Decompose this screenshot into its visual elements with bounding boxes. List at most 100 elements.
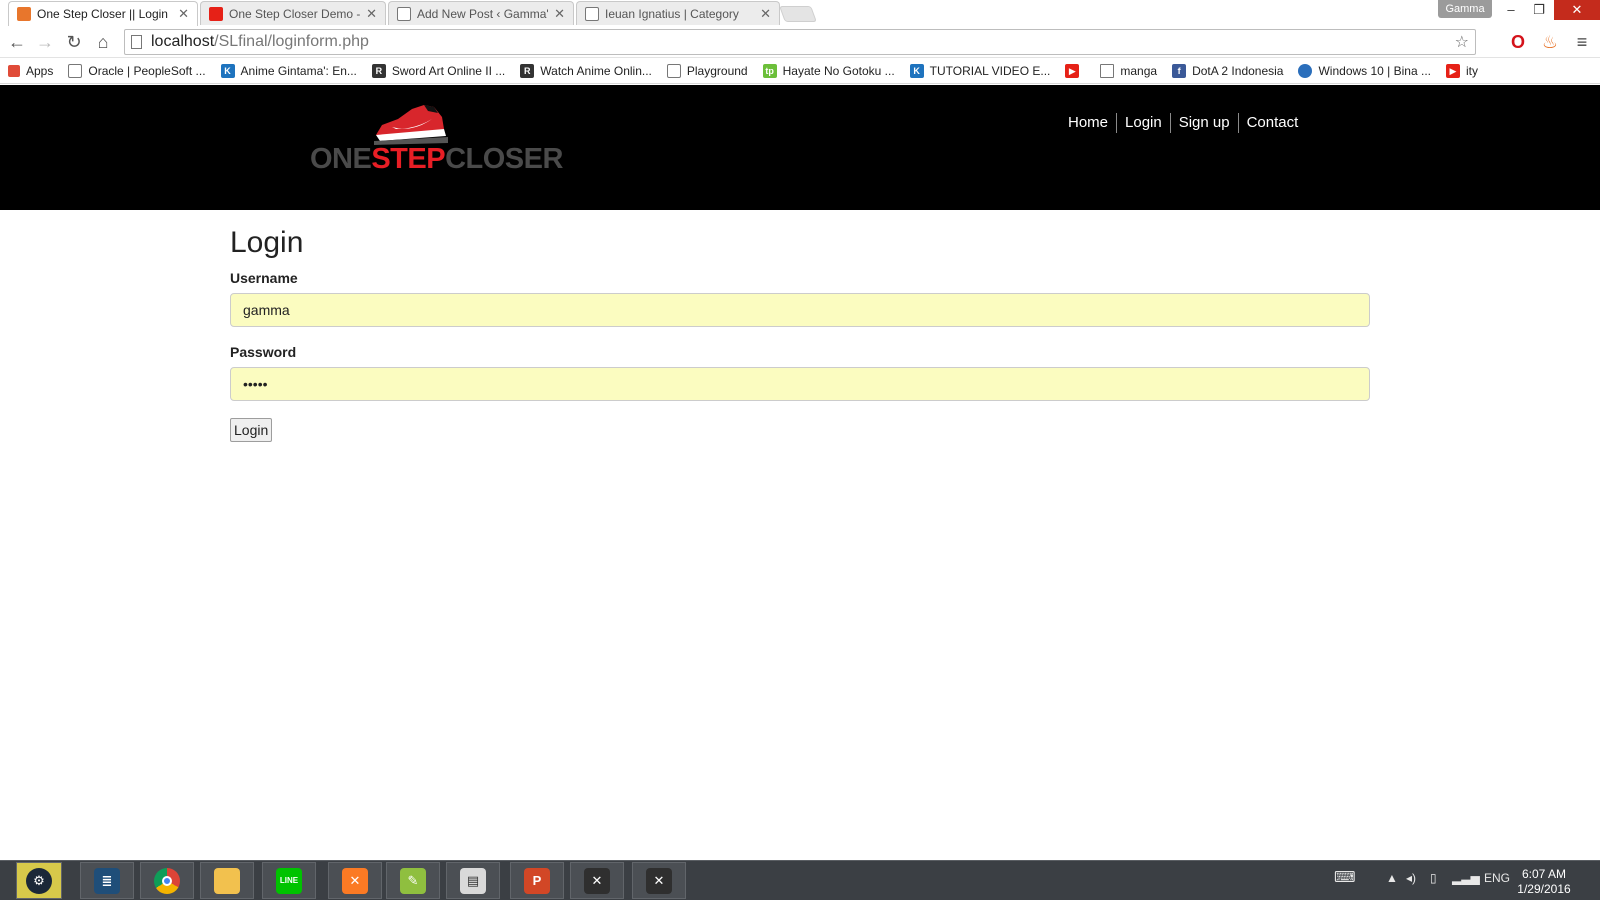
clock-date: 1/29/2016 [1517, 882, 1571, 896]
bookmark-gintama[interactable]: K Anime Gintama': En... [220, 63, 357, 78]
chrome-icon [154, 867, 180, 894]
tab-title: Ieuan Ignatius | Category [605, 6, 739, 21]
youtube-favicon-icon [209, 6, 223, 21]
xampp-icon: ✕ [342, 867, 368, 894]
bookmark-windows10[interactable]: Windows 10 | Bina ... [1298, 63, 1431, 78]
close-window-icon[interactable]: ✕ [1554, 0, 1600, 20]
bookmark-watch-anime[interactable]: R Watch Anime Onlin... [520, 63, 652, 78]
tool-icon: ✕ [584, 867, 610, 894]
nav-login[interactable]: Login [1116, 113, 1170, 133]
window-taskbar-button[interactable]: ▤ [446, 862, 500, 899]
page-favicon-icon [397, 6, 411, 21]
steam-icon: ⚙ [26, 867, 52, 894]
volume-icon[interactable]: ◂) [1406, 871, 1416, 885]
explorer-taskbar-button[interactable] [200, 862, 254, 899]
tab-demo[interactable]: One Step Closer Demo - Y ✕ [200, 1, 386, 25]
bookmark-hayate[interactable]: tp Hayate No Gotoku ... [762, 63, 895, 78]
network-signal-icon[interactable]: ▂▃▅ [1452, 871, 1480, 885]
forward-arrow-icon[interactable]: → [33, 30, 57, 54]
tab-add-new-post[interactable]: Add New Post ‹ Gamma's ✕ [388, 1, 574, 25]
tab-title: One Step Closer Demo - Y [229, 6, 361, 21]
password-label: Password [230, 344, 297, 360]
tab-title: One Step Closer || Login [37, 7, 168, 21]
bookmark-sao[interactable]: R Sword Art Online II ... [371, 63, 505, 78]
browser-toolbar: ← → ↻ ⌂ localhost/SLfinal/loginform.php … [0, 26, 1600, 58]
tab-strip: One Step Closer || Login ✕ One Step Clos… [0, 0, 1600, 26]
bookmark-manga[interactable]: manga [1100, 63, 1157, 78]
main-nav: Home Login Sign up Contact [1060, 113, 1306, 133]
document-icon: ≣ [94, 867, 120, 894]
tab-login[interactable]: One Step Closer || Login ✕ [8, 1, 198, 26]
folder-icon [214, 867, 240, 894]
show-hidden-icons-icon[interactable]: ▲ [1386, 871, 1398, 885]
bookmark-dota[interactable]: f DotA 2 Indonesia [1172, 63, 1283, 78]
logo-wordmark: ONESTEPCLOSER [310, 143, 563, 175]
clock-time: 6:07 AM [1521, 867, 1567, 881]
username-label: Username [230, 270, 298, 286]
system-clock[interactable]: 6:07 AM 1/29/2016 [1508, 867, 1580, 897]
password-input[interactable] [230, 367, 1370, 401]
console-icon: ✕ [646, 867, 672, 894]
bookmark-apps[interactable]: Apps [8, 64, 53, 78]
restore-icon[interactable]: ❐ [1524, 0, 1554, 20]
sneaker-logo-icon [374, 105, 448, 145]
nav-contact[interactable]: Contact [1237, 113, 1307, 133]
xampp-taskbar-button[interactable]: ✕ [328, 862, 382, 899]
back-arrow-icon[interactable]: ← [5, 30, 29, 54]
home-icon[interactable]: ⌂ [91, 30, 115, 54]
language-indicator[interactable]: ENG [1484, 871, 1510, 885]
tp-site-icon: tp [762, 63, 777, 78]
editor-taskbar-button[interactable]: ✎ [386, 862, 440, 899]
steam-taskbar-button[interactable]: ⚙ [16, 862, 62, 899]
site-logo[interactable]: ONESTEPCLOSER [310, 103, 570, 175]
username-input[interactable] [230, 293, 1370, 327]
notes-taskbar-button[interactable]: ≣ [80, 862, 134, 899]
youtube-icon: ▶ [1065, 63, 1080, 78]
chrome-taskbar-button[interactable] [140, 862, 194, 899]
windows-taskbar: ⚙ ≣ LINE ✕ ✎ ▤ P ✕ ✕ ⌨ ▲ ◂) ▯ ▂▃▅ ENG 6:… [0, 860, 1600, 900]
minimize-icon[interactable]: ‒ [1496, 0, 1526, 20]
address-bar[interactable]: localhost/SLfinal/loginform.php ☆ [124, 29, 1476, 55]
close-tab-icon[interactable]: ✕ [366, 6, 377, 22]
bookmark-star-icon[interactable]: ☆ [1455, 32, 1469, 52]
nav-home[interactable]: Home [1060, 113, 1116, 133]
tool-taskbar-button[interactable]: ✕ [570, 862, 624, 899]
r-site-icon: R [520, 63, 535, 78]
bookmark-tutorial[interactable]: K TUTORIAL VIDEO E... [909, 63, 1050, 78]
bookmark-oracle[interactable]: Oracle | PeopleSoft ... [68, 63, 206, 78]
line-taskbar-button[interactable]: LINE [262, 862, 316, 899]
profile-button[interactable]: Gamma [1438, 0, 1492, 18]
tab-category[interactable]: Ieuan Ignatius | Category ✕ [576, 1, 780, 25]
reload-icon[interactable]: ↻ [62, 30, 86, 54]
close-tab-icon[interactable]: ✕ [554, 6, 565, 22]
line-icon: LINE [276, 867, 302, 894]
battery-icon[interactable]: ▯ [1430, 871, 1437, 885]
page-icon [666, 63, 681, 78]
page-icon [68, 63, 83, 78]
powerpoint-taskbar-button[interactable]: P [510, 862, 564, 899]
bookmark-youtube[interactable]: ▶ [1065, 63, 1085, 78]
opera-extension-icon[interactable]: O [1506, 30, 1530, 54]
bookmark-ity[interactable]: ▶ ity [1445, 63, 1478, 78]
page-info-icon[interactable] [131, 35, 142, 49]
console-taskbar-button[interactable]: ✕ [632, 862, 686, 899]
page-title: Login [230, 226, 304, 259]
facebook-icon: f [1172, 63, 1187, 78]
menu-icon[interactable]: ≡ [1570, 30, 1594, 54]
close-tab-icon[interactable]: ✕ [760, 6, 771, 22]
keyboard-icon[interactable]: ⌨ [1334, 868, 1356, 886]
login-button[interactable]: Login [230, 418, 273, 442]
notepad-icon: ✎ [400, 867, 426, 894]
window-icon: ▤ [460, 867, 486, 894]
k-site-icon: K [220, 63, 235, 78]
new-tab-button[interactable] [779, 6, 817, 22]
close-tab-icon[interactable]: ✕ [178, 6, 189, 22]
bookmark-playground[interactable]: Playground [666, 63, 748, 78]
nav-sign-up[interactable]: Sign up [1169, 113, 1238, 133]
xampp-favicon-icon [17, 7, 31, 21]
url-path: /SLfinal/loginform.php [214, 33, 369, 50]
fire-extension-icon[interactable]: ♨ [1538, 30, 1562, 54]
folder-icon [1100, 63, 1115, 78]
bookmarks-bar: Apps Oracle | PeopleSoft ... K Anime Gint… [0, 58, 1600, 84]
powerpoint-icon: P [524, 867, 550, 894]
